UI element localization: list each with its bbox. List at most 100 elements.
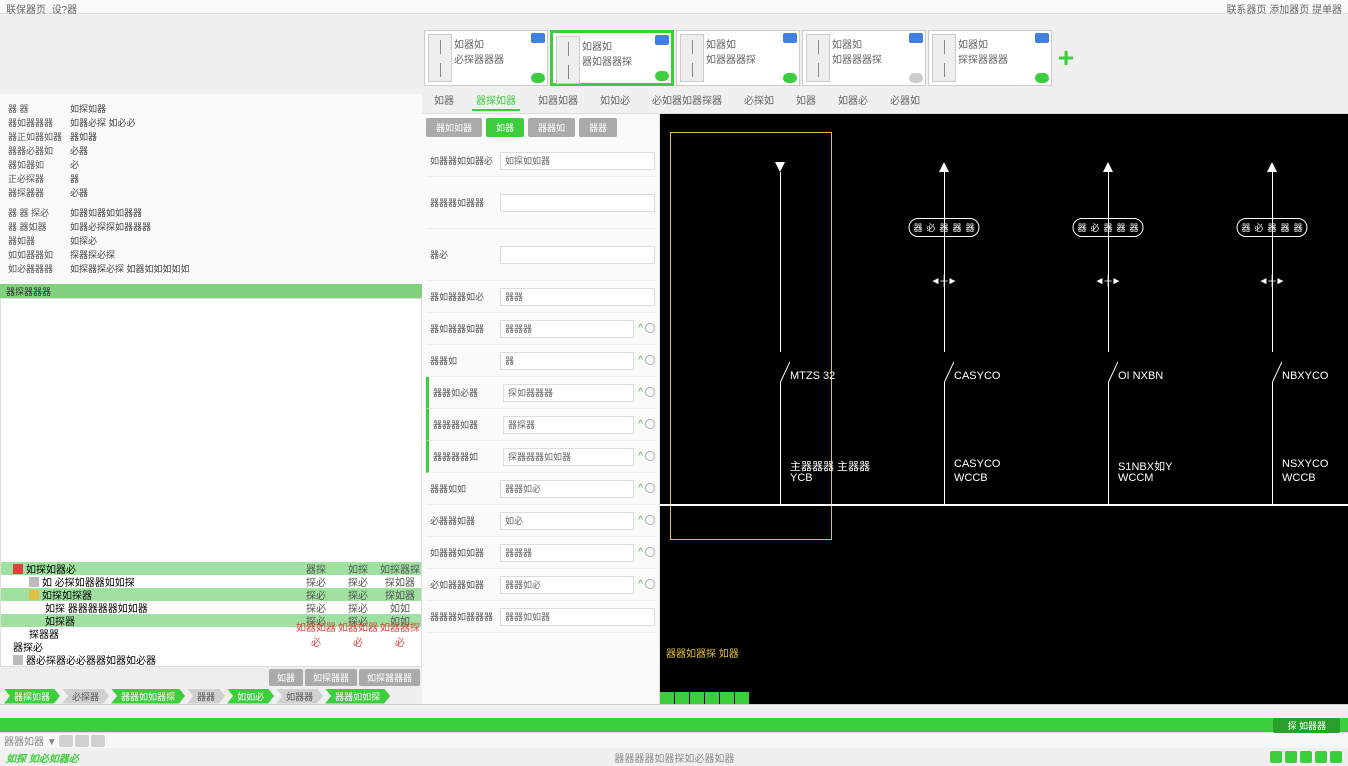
info-icon[interactable]	[655, 35, 669, 45]
reset-icon[interactable]	[645, 419, 655, 429]
chevron-up-icon[interactable]: ^	[638, 547, 643, 558]
form-panel: 器如如器如器器器如器器 如器器如如器必如探如如器器器器如器器器必器如器器如必器器…	[422, 114, 660, 704]
field-label: 器器如如	[426, 482, 500, 495]
field-input[interactable]: 器器如必	[500, 576, 634, 594]
canvas-tool[interactable]	[690, 692, 704, 704]
footer-icon[interactable]	[1300, 751, 1312, 763]
device-thumb	[428, 34, 452, 82]
field-input[interactable]: 器器如必	[500, 480, 634, 498]
breadcrumb-item[interactable]: 器探如器	[4, 689, 60, 704]
footer-icon[interactable]	[1285, 751, 1297, 763]
field-input[interactable]: 探器器器如如器	[503, 448, 634, 466]
field-input[interactable]: 器	[500, 352, 634, 370]
tab[interactable]: 必器如	[886, 90, 924, 111]
breadcrumb-item[interactable]: 器器如如探	[325, 689, 390, 704]
chevron-up-icon[interactable]: ^	[638, 579, 643, 590]
action-btn-3[interactable]: 如探器器器	[359, 669, 420, 686]
prop-value: 如器必探 如必必	[70, 116, 136, 129]
tab[interactable]: 必如器如器探器	[648, 90, 726, 111]
circuit-label: WCCM	[1118, 472, 1153, 484]
canvas-tool[interactable]	[675, 692, 689, 704]
reset-icon[interactable]	[645, 451, 655, 461]
canvas-label: 器器如器探 如器	[666, 645, 739, 660]
field-input[interactable]	[500, 246, 655, 264]
circuit-label: NBXYCO	[1282, 370, 1328, 382]
footer-icon[interactable]	[1315, 751, 1327, 763]
form-button[interactable]: 器如如器	[426, 118, 482, 137]
breadcrumb-item[interactable]: 器器如如器探	[111, 689, 185, 704]
tree-row[interactable]: 器必探器必必器器如器如必器	[1, 653, 421, 666]
chevron-up-icon[interactable]: ^	[638, 355, 643, 366]
tab[interactable]: 器探如器	[472, 90, 520, 111]
reset-icon[interactable]	[645, 515, 655, 525]
field-input[interactable]: 器探器	[503, 416, 634, 434]
info-icon[interactable]	[783, 33, 797, 43]
field-input[interactable]: 如必	[500, 512, 634, 530]
info-icon[interactable]	[1035, 33, 1049, 43]
breadcrumb-item[interactable]: 如器器	[276, 689, 323, 704]
left-panel: 器 器如探如器器如器器器如器必探 如必必器正如器如器器如器器器必器如必器器如器如…	[0, 14, 422, 704]
chevron-up-icon[interactable]: ^	[638, 483, 643, 494]
status-bottom: 探 如器器	[0, 718, 1348, 732]
device-card[interactable]: 如器如如器器器探	[676, 30, 800, 86]
breadcrumb-item[interactable]: 必探器	[62, 689, 109, 704]
chevron-up-icon[interactable]: ^	[638, 323, 643, 334]
breadcrumb-item[interactable]: 如如必	[227, 689, 274, 704]
tab[interactable]: 如器	[430, 90, 458, 111]
tool-icon[interactable]	[75, 735, 89, 747]
reset-icon[interactable]	[645, 355, 655, 365]
action-btn-2[interactable]: 如探器器	[305, 669, 357, 686]
field-input[interactable]: 器器器	[500, 320, 634, 338]
tab[interactable]: 如如必	[596, 90, 634, 111]
field-input[interactable]: 器器	[500, 288, 655, 306]
canvas-tool[interactable]	[720, 692, 734, 704]
reset-icon[interactable]	[645, 547, 655, 557]
footer-center: 器器器器如器探如必器如器	[614, 750, 734, 765]
field-input[interactable]: 如探如如器	[500, 152, 655, 170]
tab[interactable]: 必探如	[740, 90, 778, 111]
reset-icon[interactable]	[645, 323, 655, 333]
chevron-up-icon[interactable]: ^	[638, 387, 643, 398]
field-input[interactable]	[500, 194, 655, 212]
field-input[interactable]: 探如器器器	[503, 384, 634, 402]
tree-row[interactable]: 探器器如器如器必如器如器必如器器探必	[1, 627, 421, 640]
prop-label: 如如器器如	[8, 248, 70, 261]
confirm-button[interactable]: 探 如器器	[1273, 718, 1340, 733]
tree-icon	[29, 577, 39, 587]
device-card[interactable]: 如器如必探器器器	[424, 30, 548, 86]
reset-icon[interactable]	[645, 387, 655, 397]
canvas-tool[interactable]	[660, 692, 674, 704]
chevron-up-icon[interactable]: ^	[638, 451, 643, 462]
reset-icon[interactable]	[645, 483, 655, 493]
tool-icon[interactable]	[59, 735, 73, 747]
tab[interactable]: 如器如器	[534, 90, 582, 111]
device-card[interactable]: 如器如如器器器探	[802, 30, 926, 86]
action-btn-1[interactable]: 如器	[269, 669, 303, 686]
add-device-button[interactable]: +	[1054, 30, 1078, 86]
info-icon[interactable]	[531, 33, 545, 43]
canvas-tool[interactable]	[735, 692, 749, 704]
prop-label: 器 器	[8, 102, 70, 115]
tab[interactable]: 如器必	[834, 90, 872, 111]
tab[interactable]: 如器	[792, 90, 820, 111]
chevron-up-icon[interactable]: ^	[638, 515, 643, 526]
chevron-up-icon[interactable]: ^	[638, 419, 643, 430]
reset-icon[interactable]	[645, 579, 655, 589]
form-button[interactable]: 器器	[579, 118, 617, 137]
tool-icon[interactable]	[91, 735, 105, 747]
device-card[interactable]: 如器如器如器器探	[550, 30, 674, 86]
device-card[interactable]: 如器如探探器器器	[928, 30, 1052, 86]
field-input[interactable]: 器器如如器	[500, 608, 655, 626]
form-button[interactable]: 如器	[486, 118, 524, 137]
info-icon[interactable]	[909, 33, 923, 43]
canvas-tool[interactable]	[705, 692, 719, 704]
footer-icon[interactable]	[1270, 751, 1282, 763]
prop-value: 如器如器如如器器	[70, 206, 142, 219]
prop-label: 如必器器器	[8, 262, 70, 275]
field-input[interactable]: 器器器	[500, 544, 634, 562]
status-badge	[531, 73, 545, 83]
schematic-canvas[interactable]: 器器如器探 如器 MTZS 32主器器器 主器器YCB器器器 必器◄┼►CASY…	[660, 114, 1348, 704]
form-button[interactable]: 器器如	[528, 118, 575, 137]
breadcrumb-item[interactable]: 器器	[187, 689, 225, 704]
footer-icon[interactable]	[1330, 751, 1342, 763]
